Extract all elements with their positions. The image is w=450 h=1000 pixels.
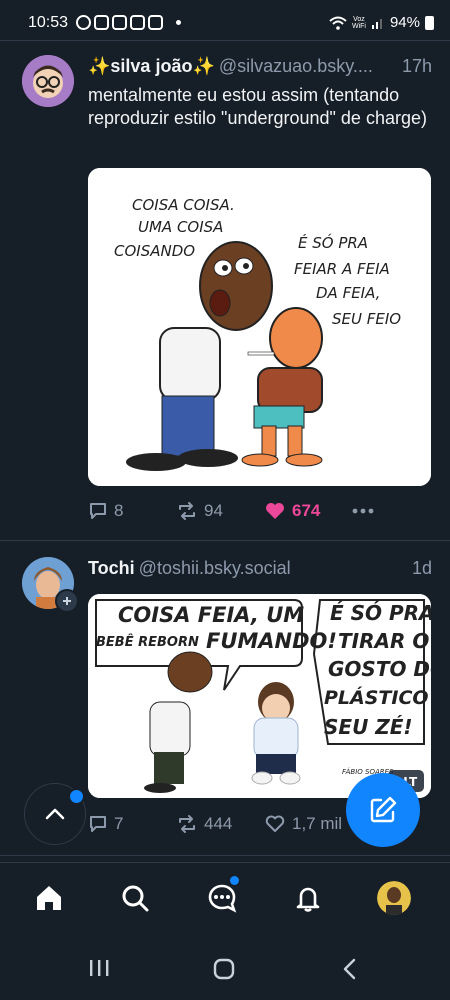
battery-percent: 94% bbox=[389, 14, 420, 31]
post-time[interactable]: 17h bbox=[402, 56, 432, 77]
more-notifications-dot bbox=[176, 20, 181, 25]
home-system-icon[interactable] bbox=[213, 958, 235, 980]
nav-profile[interactable] bbox=[377, 881, 411, 915]
avatar-image bbox=[22, 55, 74, 107]
comic-right-line-1: É SÓ PRA bbox=[330, 601, 431, 625]
instagram-icon bbox=[130, 15, 145, 30]
nav-notifications[interactable] bbox=[291, 881, 325, 915]
comic-right-line-3: GOSTO DO bbox=[328, 657, 431, 681]
like-button[interactable]: 674 bbox=[264, 501, 352, 521]
voz-label: Voz bbox=[353, 15, 365, 23]
status-time: 10:53 bbox=[28, 14, 69, 31]
reply-count: 7 bbox=[114, 814, 124, 833]
more-icon bbox=[352, 508, 374, 514]
post-actions: 8 94 674 bbox=[88, 497, 418, 525]
reply-icon bbox=[90, 503, 106, 519]
instagram-icon bbox=[94, 15, 109, 30]
repost-count: 444 bbox=[204, 814, 233, 833]
wifi-label: WiFi bbox=[351, 22, 366, 30]
comic-right-line-2: FEIAR A FEIA bbox=[294, 260, 390, 278]
post-time[interactable]: 1d bbox=[412, 558, 432, 579]
compose-button[interactable] bbox=[346, 773, 420, 847]
chat-icon bbox=[208, 884, 237, 913]
notification-icons bbox=[76, 15, 181, 30]
top-divider bbox=[0, 40, 450, 41]
nav-chat[interactable] bbox=[205, 881, 239, 915]
status-right: Voz WiFi 94% bbox=[329, 14, 434, 31]
repost-button[interactable]: 444 bbox=[176, 814, 264, 834]
comic-right-line-4: PLÁSTICO bbox=[324, 686, 429, 709]
more-button[interactable] bbox=[352, 508, 374, 514]
like-button[interactable]: 1,7 mil bbox=[264, 814, 342, 834]
comic-image: COISA FEIA, UM BEBÊ REBORN FUMANDO! É SÓ… bbox=[88, 594, 431, 798]
author-name[interactable]: ✨silva joão✨ bbox=[88, 56, 215, 76]
post-header: ✨silva joão✨ @silvazuao.bsky.... 17h bbox=[88, 56, 432, 80]
repost-icon bbox=[179, 502, 195, 520]
comic-right-line-1: É SÓ PRA bbox=[298, 233, 368, 252]
reply-button[interactable]: 7 bbox=[88, 814, 176, 834]
comic-left-line-2: FUMANDO! bbox=[206, 629, 337, 653]
comic-right-line-5: SEU ZÉ! bbox=[324, 715, 413, 739]
heart-filled-icon bbox=[266, 503, 284, 519]
repost-icon bbox=[179, 815, 195, 833]
comic-right-line-4: SEU FEIO bbox=[332, 310, 401, 328]
signal-icon bbox=[371, 18, 382, 29]
home-icon bbox=[37, 886, 61, 910]
reply-icon bbox=[90, 816, 106, 832]
whatsapp-icon bbox=[76, 15, 91, 30]
reply-count: 8 bbox=[114, 501, 124, 520]
post-image[interactable]: COISA COISA. UMA COISA COISANDO É SÓ PRA… bbox=[88, 168, 431, 486]
comic-image: COISA COISA. UMA COISA COISANDO É SÓ PRA… bbox=[88, 168, 431, 486]
heart-outline-icon bbox=[265, 815, 285, 832]
profile-avatar bbox=[377, 881, 411, 915]
post-header: Tochi @toshii.bsky.social 1d bbox=[88, 558, 432, 582]
author-name[interactable]: Tochi bbox=[88, 558, 135, 578]
instagram-icon bbox=[148, 15, 163, 30]
post-divider bbox=[0, 855, 450, 856]
comic-character-doll bbox=[251, 682, 301, 785]
repost-count: 94 bbox=[204, 501, 223, 520]
wifi-icon bbox=[329, 16, 347, 30]
comic-left-small: BEBÊ REBORN bbox=[96, 634, 199, 650]
comic-right-line-2: TIRAR O bbox=[338, 629, 429, 653]
comic-left-line-1: COISA FEIA, UM bbox=[118, 603, 304, 627]
post-divider bbox=[0, 540, 450, 541]
chevron-up-icon bbox=[45, 808, 65, 820]
battery-icon bbox=[425, 15, 434, 30]
recent-apps-icon[interactable] bbox=[88, 958, 110, 978]
author-handle[interactable]: @silvazuao.bsky.... bbox=[219, 56, 373, 76]
comic-right-line-3: DA FEIA, bbox=[316, 284, 380, 302]
chat-unread-dot bbox=[230, 876, 239, 885]
instagram-icon bbox=[112, 15, 127, 30]
nav-home[interactable] bbox=[32, 881, 66, 915]
post-text: mentalmente eu estou assim (tentando rep… bbox=[88, 85, 427, 128]
new-posts-dot bbox=[68, 788, 85, 805]
system-navigation bbox=[0, 932, 450, 1000]
follow-add-button[interactable] bbox=[55, 589, 79, 613]
bottom-navigation bbox=[0, 862, 450, 933]
like-count: 674 bbox=[292, 501, 321, 520]
repost-button[interactable]: 94 bbox=[176, 501, 264, 521]
post-image[interactable]: COISA FEIA, UM BEBÊ REBORN FUMANDO! É SÓ… bbox=[88, 594, 431, 798]
avatar[interactable] bbox=[22, 55, 74, 107]
comic-left-line-2: UMA COISA bbox=[138, 218, 223, 236]
author-handle[interactable]: @toshii.bsky.social bbox=[139, 558, 291, 578]
plus-icon bbox=[63, 597, 71, 605]
nav-search[interactable] bbox=[118, 881, 152, 915]
comic-left-line-3: COISANDO bbox=[114, 242, 195, 260]
like-count: 1,7 mil bbox=[292, 814, 343, 833]
bell-icon bbox=[296, 887, 320, 912]
compose-icon bbox=[370, 796, 397, 823]
search-icon bbox=[122, 885, 149, 912]
volte-indicator: Voz WiFi bbox=[352, 16, 366, 30]
comic-left-line-1: COISA COISA. bbox=[132, 196, 235, 214]
reply-button[interactable]: 8 bbox=[88, 501, 176, 521]
back-icon[interactable] bbox=[342, 958, 358, 980]
